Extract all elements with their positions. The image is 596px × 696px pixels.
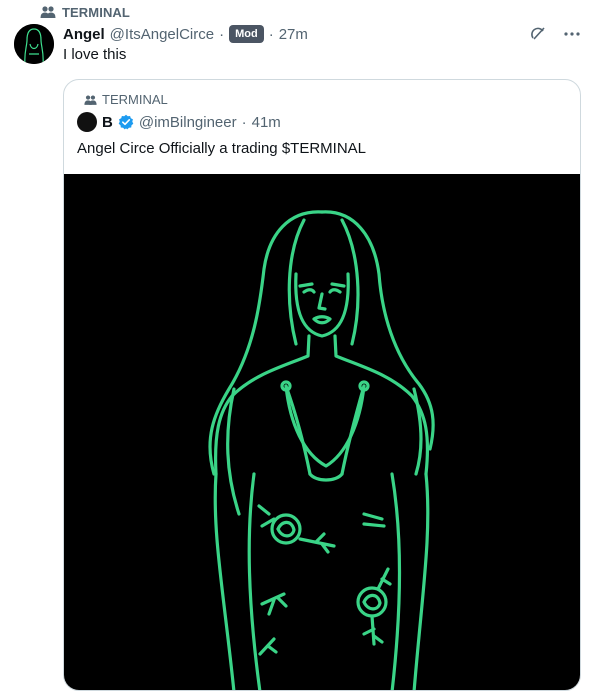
verified-badge-icon <box>118 114 134 130</box>
avatar[interactable] <box>14 24 54 64</box>
post-time[interactable]: 27m <box>279 26 308 43</box>
quoted-author-handle[interactable]: @imBilngineer <box>139 114 237 131</box>
quoted-post[interactable]: TERMINAL B @imBilngineer · 41m Angel Cir… <box>63 79 581 691</box>
quoted-community-context[interactable]: TERMINAL <box>84 92 168 107</box>
grok-button[interactable] <box>528 24 548 44</box>
community-context[interactable]: TERMINAL <box>40 4 130 20</box>
quoted-community-name: TERMINAL <box>102 92 168 107</box>
quoted-author-name[interactable]: B <box>102 114 113 131</box>
post-text: I love this <box>63 46 127 63</box>
people-icon <box>84 94 97 105</box>
quoted-header: B @imBilngineer · 41m <box>77 112 281 132</box>
quoted-avatar[interactable] <box>77 112 97 132</box>
community-name: TERMINAL <box>62 4 130 20</box>
more-icon <box>564 32 580 36</box>
quoted-media-image[interactable] <box>64 174 580 690</box>
quoted-post-text: Angel Circe Officially a trading $TERMIN… <box>77 140 366 157</box>
separator: · <box>219 25 225 43</box>
avatar-image <box>14 24 54 64</box>
separator: · <box>241 113 247 131</box>
author-name[interactable]: Angel <box>63 26 105 43</box>
neon-illustration <box>208 210 435 690</box>
separator: · <box>268 25 274 43</box>
post-header: Angel @ItsAngelCirce · Mod · 27m <box>63 24 308 44</box>
author-handle[interactable]: @ItsAngelCirce <box>110 26 214 43</box>
quoted-post-time[interactable]: 41m <box>252 114 281 131</box>
grok-icon <box>531 27 545 40</box>
post-actions <box>528 24 582 44</box>
more-button[interactable] <box>562 24 582 44</box>
people-icon <box>40 6 56 18</box>
mod-badge: Mod <box>229 25 264 43</box>
